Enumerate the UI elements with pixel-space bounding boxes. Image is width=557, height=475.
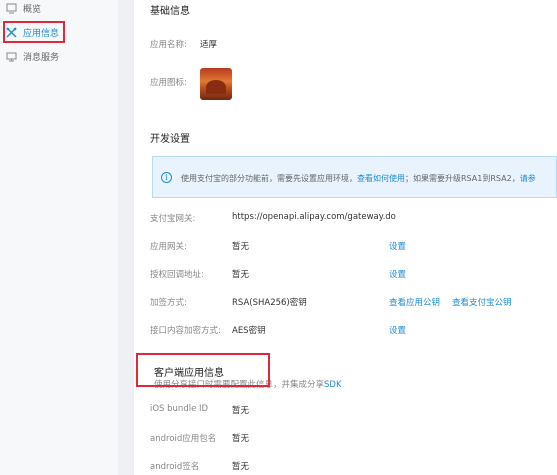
notice-link-howto[interactable]: 查看如何使用: [357, 174, 405, 183]
content-card: 基础信息 应用名称: 适厚 应用图标: 开发设置 i 使用支付宝的部分功能前，需…: [134, 0, 557, 475]
callback-value: 暂无: [232, 270, 250, 280]
ios-bundle-value: 暂无: [232, 406, 250, 416]
encrypt-set-link[interactable]: 设置: [389, 324, 406, 336]
sign-method-value: RSA(SHA256)密钥: [232, 298, 307, 308]
android-signature-value: 暂无: [232, 462, 250, 472]
app-gateway-label: 应用网关:: [150, 242, 187, 252]
app-icon-image: [200, 68, 232, 100]
view-app-public-key-link[interactable]: 查看应用公钥: [389, 296, 440, 308]
info-icon: i: [161, 172, 172, 183]
app-name-value: 适厚: [200, 40, 218, 50]
annotation-highlight-client: [136, 353, 270, 387]
notice-link-upgrade[interactable]: 请参: [520, 174, 536, 183]
section-title-dev: 开发设置: [150, 134, 190, 145]
android-package-label: android应用包名: [150, 434, 217, 444]
encrypt-value: AES密钥: [232, 326, 266, 336]
app-icon-label: 应用图标:: [150, 78, 187, 88]
overview-icon: [6, 3, 17, 14]
sidebar-item-overview[interactable]: 概览: [6, 0, 41, 16]
section-title-basic: 基础信息: [150, 6, 190, 17]
app-gateway-value: 暂无: [232, 242, 250, 252]
message-icon: [6, 51, 17, 62]
notice-text-part2: ；如果需要升级RSA1到RSA2，: [405, 174, 520, 183]
notice-text-part1: 使用支付宝的部分功能前，需要先设置应用环境，: [181, 174, 357, 183]
sidebar: 概览 应用信息 消息服务: [0, 0, 118, 475]
sidebar-item-message[interactable]: 消息服务: [6, 48, 59, 64]
android-signature-label: android签名: [150, 462, 200, 472]
callback-label: 授权回调地址:: [150, 270, 204, 280]
sdk-link[interactable]: SDK: [324, 380, 342, 390]
app-name-label: 应用名称:: [150, 40, 187, 50]
notice-bar: i 使用支付宝的部分功能前，需要先设置应用环境，查看如何使用；如果需要升级RSA…: [152, 156, 557, 198]
notice-text: 使用支付宝的部分功能前，需要先设置应用环境，查看如何使用；如果需要升级RSA1到…: [181, 173, 536, 184]
callback-set-link[interactable]: 设置: [389, 268, 406, 280]
sign-method-label: 加签方式:: [150, 298, 187, 308]
gateway-label: 支付宝网关:: [150, 214, 196, 224]
app-gateway-set-link[interactable]: 设置: [389, 240, 406, 252]
android-package-value: 暂无: [232, 434, 250, 444]
sidebar-item-label: 消息服务: [23, 52, 60, 63]
sidebar-item-label: 概览: [23, 4, 42, 15]
annotation-highlight-sidebar: [3, 21, 65, 43]
gateway-value: https://openapi.alipay.com/gateway.do: [232, 212, 396, 222]
main-area: 基础信息 应用名称: 适厚 应用图标: 开发设置 i 使用支付宝的部分功能前，需…: [118, 0, 557, 475]
encrypt-label: 接口内容加密方式:: [150, 326, 221, 336]
ios-bundle-label: iOS bundle ID: [150, 404, 209, 414]
view-alipay-public-key-link[interactable]: 查看支付宝公钥: [452, 296, 512, 308]
